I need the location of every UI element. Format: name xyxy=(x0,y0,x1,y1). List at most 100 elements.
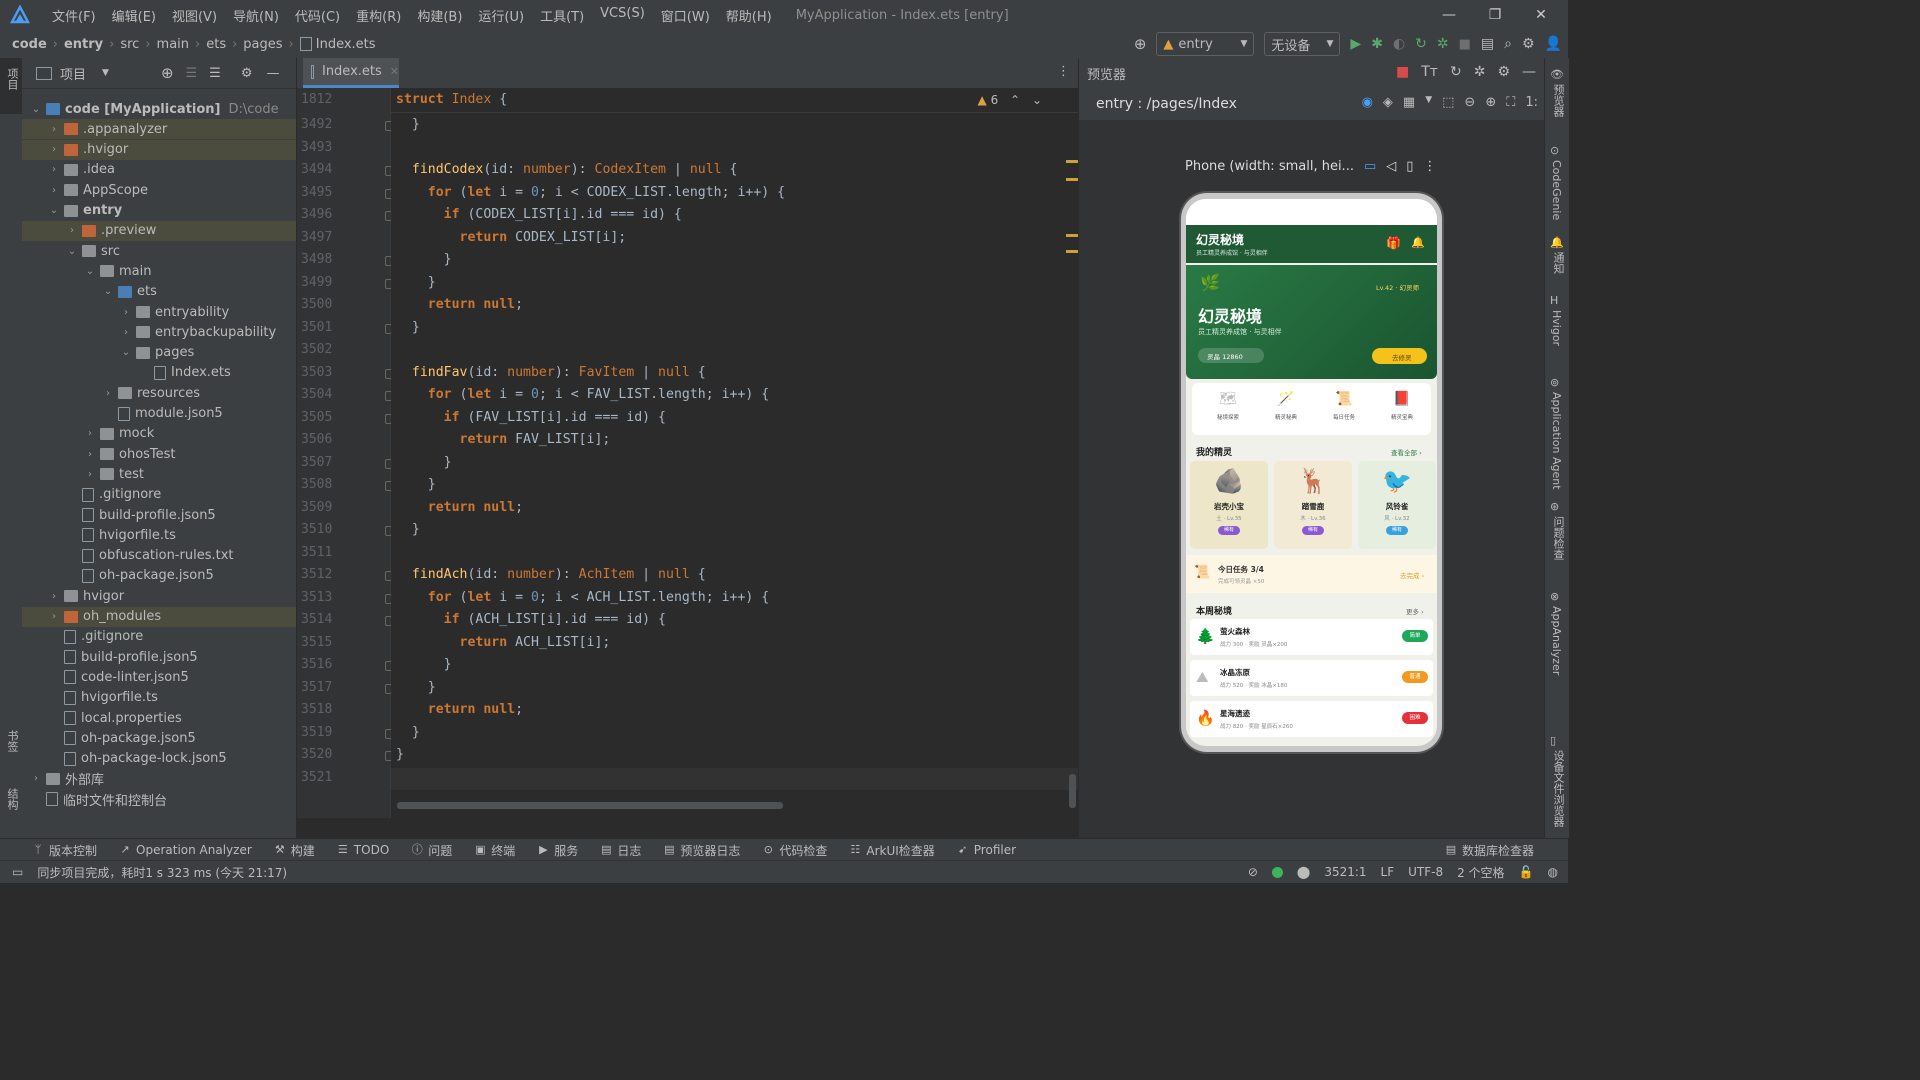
tree-item[interactable]: › AppScope xyxy=(22,180,296,200)
project-view-select[interactable]: 项目 xyxy=(60,64,86,83)
close-button[interactable]: ✕ xyxy=(1518,0,1564,30)
settings-gear-icon[interactable]: ⚙ xyxy=(1522,36,1535,52)
project-structure-icon[interactable]: ▤ xyxy=(1481,36,1494,52)
tree-item[interactable]: › resources xyxy=(22,383,296,403)
tab-close-icon[interactable]: ✕ xyxy=(390,65,399,78)
profile-icon[interactable]: ✲ xyxy=(1437,36,1449,52)
code-editor[interactable]: ▲ 6 ⌃ ⌄ struct Index { } findCodex(id: n… xyxy=(391,88,1078,818)
layout-icon[interactable]: ▭ xyxy=(12,865,23,879)
sprite-card[interactable]: 🪨 岩壳小宝土 · Lv.35 稀有 xyxy=(1190,461,1268,549)
warning-indicator[interactable]: ▲ 6 ⌃ ⌄ xyxy=(978,93,1042,107)
right-tool-label[interactable]: Application Agent xyxy=(1550,392,1563,490)
bottom-tool-button[interactable]: ➹ Profiler xyxy=(957,843,1016,857)
expand-all-icon[interactable]: ☰ xyxy=(186,66,198,81)
tree-item[interactable]: › 外部库 xyxy=(22,769,296,789)
bottom-tool-button[interactable]: ☰ TODO xyxy=(337,843,389,857)
multi-device-icon[interactable]: ▯ xyxy=(1406,159,1413,174)
bell-icon[interactable]: 🔔 xyxy=(1411,236,1425,249)
caret-position[interactable]: 3521:1 xyxy=(1324,865,1366,879)
realm-item[interactable]: 🌲 萤火森林 战力 300 · 奖励 灵晶×200 简单 xyxy=(1190,619,1433,655)
breadcrumb-item[interactable]: Index.ets xyxy=(316,37,376,52)
chevron-right-icon[interactable]: › xyxy=(66,225,78,236)
tree-item[interactable]: › .idea xyxy=(22,160,296,180)
tree-item[interactable]: 临时文件和控制台 xyxy=(22,789,296,809)
right-tool-label[interactable]: AppAnalyzer xyxy=(1550,606,1563,675)
tree-item[interactable]: ⌄ main xyxy=(22,261,296,281)
no-power-icon[interactable]: ⊘ xyxy=(1248,865,1258,879)
tree-item[interactable]: oh-package-lock.json5 xyxy=(22,749,296,769)
chevron-down-icon[interactable]: ⌄ xyxy=(1032,93,1042,107)
chevron-right-icon[interactable]: › xyxy=(84,449,96,460)
bottom-tool-button[interactable]: ⓘ 问题 xyxy=(411,842,453,859)
chevron-down-icon[interactable]: ▼ xyxy=(102,68,109,78)
tree-item[interactable]: oh-package.json5 xyxy=(22,728,296,748)
fit-icon[interactable]: ⬚ xyxy=(1442,95,1454,110)
file-encoding[interactable]: UTF-8 xyxy=(1408,865,1443,879)
sprite-card[interactable]: 🐦 风铃雀风 · Lv.32 稀有 xyxy=(1358,461,1436,549)
minimize-button[interactable]: — xyxy=(1426,0,1472,30)
grid-icon[interactable]: ▦ xyxy=(1403,95,1415,110)
right-tool-label[interactable]: CodeGenie xyxy=(1550,160,1563,220)
bottom-tool-button[interactable]: ▣ 终端 xyxy=(474,842,515,859)
sprite-card[interactable]: 🦌 踏雪鹿木 · Lv.36 稀有 xyxy=(1274,461,1352,549)
chevron-down-icon[interactable]: ⌄ xyxy=(120,347,132,358)
run-icon[interactable]: ▶ xyxy=(1350,36,1361,52)
task-action[interactable]: 去完成 › xyxy=(1400,570,1424,580)
menu-item[interactable]: 运行(U) xyxy=(470,6,532,25)
vertical-scrollbar[interactable] xyxy=(1069,774,1076,808)
chevron-up-icon[interactable]: ⌃ xyxy=(1010,93,1020,107)
tree-item[interactable]: obfuscation-rules.txt xyxy=(22,546,296,566)
tree-item[interactable]: › hvigor xyxy=(22,586,296,606)
font-size-icon[interactable]: Tт xyxy=(1421,64,1438,80)
menu-item[interactable]: 导航(N) xyxy=(225,6,287,25)
collapse-all-icon[interactable]: ☰ xyxy=(209,66,221,81)
stop-icon[interactable]: ■ xyxy=(1459,37,1471,52)
chevron-right-icon[interactable]: › xyxy=(30,773,42,784)
menu-item[interactable]: 重构(R) xyxy=(348,6,409,25)
chevron-down-icon[interactable]: ⌄ xyxy=(102,286,114,297)
chevron-right-icon[interactable]: › xyxy=(48,144,60,155)
tree-item[interactable]: ⌄ ets xyxy=(22,282,296,302)
sync-icon[interactable]: ⬤ xyxy=(1297,865,1310,879)
breadcrumb-item[interactable]: main xyxy=(157,37,189,52)
quick-menu-item[interactable]: 🪄 精灵秘典 xyxy=(1262,391,1310,431)
tree-item[interactable]: ⌄ entry xyxy=(22,201,296,221)
status-message[interactable]: 同步项目完成，耗时1 s 323 ms (今天 21:17) xyxy=(37,864,287,881)
lock-icon[interactable]: 🔓 xyxy=(1519,865,1534,879)
bottom-tool-button[interactable]: ▤ 预览器日志 xyxy=(663,842,740,859)
menu-item[interactable]: 窗口(W) xyxy=(653,6,718,25)
chevron-down-icon[interactable]: ⌄ xyxy=(48,205,60,216)
chevron-down-icon[interactable]: ▼ xyxy=(1425,95,1432,110)
chevron-right-icon[interactable]: › xyxy=(48,124,60,135)
tree-item[interactable]: › mock xyxy=(22,424,296,444)
menu-item[interactable]: 文件(F) xyxy=(44,6,104,25)
tree-item[interactable]: .gitignore xyxy=(22,627,296,647)
chevron-right-icon[interactable]: › xyxy=(120,327,132,338)
horizontal-scrollbar[interactable] xyxy=(397,802,783,809)
target-icon[interactable]: ⊕ xyxy=(1134,35,1147,53)
tree-item[interactable]: › .hvigor xyxy=(22,139,296,160)
project-tool-label[interactable]: 项目 xyxy=(4,68,20,90)
breadcrumb-item[interactable]: ets xyxy=(206,37,226,52)
menu-item[interactable]: 工具(T) xyxy=(532,6,592,25)
zoom-out-icon[interactable]: ⊖ xyxy=(1464,95,1475,110)
quick-menu-item[interactable]: 📜 每日任务 xyxy=(1320,391,1368,431)
right-tool-label[interactable]: 通知 xyxy=(1550,252,1566,274)
inspection-icon[interactable]: ◍ xyxy=(1548,865,1558,879)
tree-item[interactable]: build-profile.json5 xyxy=(22,647,296,667)
locate-icon[interactable]: ⊕ xyxy=(161,64,174,82)
right-tool-label[interactable]: 预览器 xyxy=(1550,84,1566,117)
right-tool-label[interactable]: Hvigor xyxy=(1550,310,1563,346)
settings-gear-icon[interactable]: ⚙ xyxy=(1497,64,1510,80)
realm-item[interactable]: 🔥 星海遗迹 战力 820 · 奖励 星辰石×260 困难 xyxy=(1190,701,1433,737)
debug-icon[interactable]: ✱ xyxy=(1371,36,1383,52)
chevron-right-icon[interactable]: › xyxy=(48,164,60,175)
chevron-right-icon[interactable]: › xyxy=(102,388,114,399)
tree-item[interactable]: › .appanalyzer xyxy=(22,119,296,140)
indent-setting[interactable]: 2 个空格 xyxy=(1457,864,1504,881)
line-separator[interactable]: LF xyxy=(1381,865,1395,879)
more-icon[interactable]: ⋮ xyxy=(1423,159,1436,174)
bottom-tool-button[interactable]: ⚒ 构建 xyxy=(274,842,315,859)
gift-icon[interactable]: 🎁 xyxy=(1386,236,1401,250)
tree-item[interactable]: .gitignore xyxy=(22,485,296,505)
